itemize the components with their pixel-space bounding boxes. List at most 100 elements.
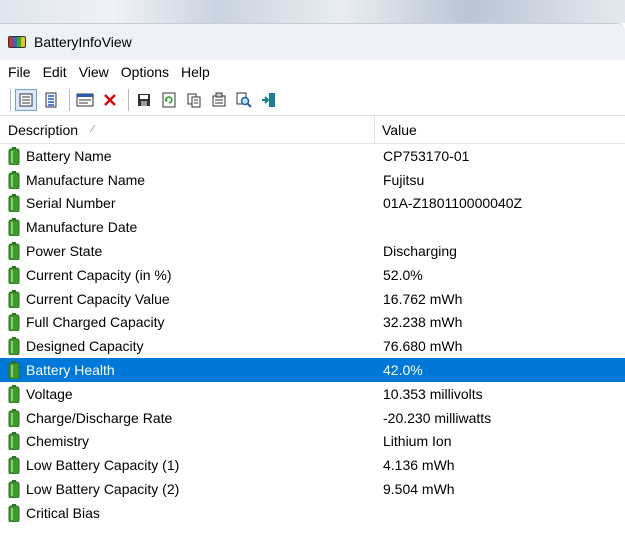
table-row[interactable]: Manufacture Date bbox=[0, 215, 625, 239]
battery-icon bbox=[8, 218, 20, 237]
refresh-icon bbox=[162, 92, 176, 108]
table-row[interactable]: Voltage 10.353 millivolts bbox=[0, 382, 625, 406]
desktop-wallpaper bbox=[0, 0, 625, 23]
table-row[interactable]: Low Battery Capacity (1) 4.136 mWh bbox=[0, 453, 625, 477]
menu-options[interactable]: Options bbox=[115, 60, 175, 85]
row-description-cell: Low Battery Capacity (1) bbox=[0, 456, 375, 475]
list-header: Description ⁄ Value bbox=[0, 116, 625, 144]
row-description: Manufacture Name bbox=[26, 171, 146, 188]
row-description: Full Charged Capacity bbox=[26, 314, 165, 331]
toolbar-separator bbox=[69, 89, 70, 111]
table-row[interactable]: Critical Bias bbox=[0, 501, 625, 525]
row-description: Current Capacity Value bbox=[26, 290, 170, 307]
battery-icon bbox=[8, 456, 20, 475]
row-description-cell: Battery Name bbox=[0, 146, 375, 165]
toolbar-separator bbox=[10, 89, 11, 111]
find-button[interactable] bbox=[233, 89, 255, 111]
row-description: Manufacture Date bbox=[26, 219, 138, 236]
row-description: Current Capacity (in %) bbox=[26, 266, 172, 283]
properties-icon bbox=[212, 92, 226, 107]
title-bar[interactable]: BatteryInfoView bbox=[0, 24, 625, 60]
row-description: Battery Name bbox=[26, 147, 112, 164]
row-value: 4.136 mWh bbox=[383, 457, 455, 474]
row-description-cell: Charge/Discharge Rate bbox=[0, 408, 375, 427]
table-row[interactable]: Low Battery Capacity (2) 9.504 mWh bbox=[0, 477, 625, 501]
column-header-description[interactable]: Description ⁄ bbox=[0, 116, 375, 143]
row-description-cell: Low Battery Capacity (2) bbox=[0, 480, 375, 499]
menu-edit[interactable]: Edit bbox=[37, 60, 73, 85]
battery-icon bbox=[8, 194, 20, 213]
row-value: Lithium Ion bbox=[383, 433, 452, 450]
table-row[interactable]: Full Charged Capacity 32.238 mWh bbox=[0, 311, 625, 335]
properties-button[interactable] bbox=[208, 89, 230, 111]
toolbar-separator bbox=[128, 89, 129, 111]
menu-view[interactable]: View bbox=[73, 60, 115, 85]
battery-icon bbox=[8, 313, 20, 332]
row-description-cell: Serial Number bbox=[0, 194, 375, 213]
properties-window-button[interactable] bbox=[74, 89, 96, 111]
battery-icon bbox=[8, 337, 20, 356]
menu-file[interactable]: File bbox=[2, 60, 37, 85]
table-row[interactable]: Charge/Discharge Rate -20.230 milliwatts bbox=[0, 406, 625, 430]
list-view-button[interactable] bbox=[40, 89, 62, 111]
properties-window-icon bbox=[76, 93, 94, 107]
battery-app-icon bbox=[8, 36, 26, 48]
battery-icon bbox=[8, 146, 20, 165]
row-value: 16.762 mWh bbox=[383, 290, 463, 307]
row-description: Chemistry bbox=[26, 433, 90, 450]
row-description: Power State bbox=[26, 243, 103, 260]
row-value: Discharging bbox=[383, 243, 457, 260]
row-value: 76.680 mWh bbox=[383, 338, 463, 355]
row-description: Voltage bbox=[26, 385, 73, 402]
row-description: Battery Health bbox=[26, 362, 115, 379]
report-view-icon bbox=[19, 93, 33, 107]
table-row[interactable]: Serial Number 01A-Z180110000040Z bbox=[0, 192, 625, 216]
report-view-button[interactable] bbox=[15, 89, 37, 111]
delete-icon bbox=[104, 94, 116, 106]
table-row[interactable]: Designed Capacity 76.680 mWh bbox=[0, 334, 625, 358]
table-row[interactable]: Battery Health 42.0% bbox=[0, 358, 625, 382]
table-row[interactable]: Current Capacity (in %) 52.0% bbox=[0, 263, 625, 287]
column-header-value[interactable]: Value bbox=[375, 116, 625, 143]
battery-icon bbox=[8, 432, 20, 451]
row-value: -20.230 milliwatts bbox=[383, 409, 492, 426]
table-row[interactable]: Power State Discharging bbox=[0, 239, 625, 263]
exit-button[interactable] bbox=[258, 89, 280, 111]
column-header-value-label: Value bbox=[382, 121, 417, 138]
save-icon bbox=[138, 94, 150, 106]
row-value: CP753170-01 bbox=[383, 147, 470, 164]
table-row[interactable]: Current Capacity Value 16.762 mWh bbox=[0, 287, 625, 311]
row-value: 9.504 mWh bbox=[383, 481, 455, 498]
table-row[interactable]: Chemistry Lithium Ion bbox=[0, 430, 625, 454]
row-description: Low Battery Capacity (2) bbox=[26, 481, 180, 498]
column-header-description-label: Description bbox=[8, 121, 79, 138]
app-window: BatteryInfoView File Edit View Options H… bbox=[0, 23, 625, 533]
copy-button[interactable] bbox=[183, 89, 205, 111]
save-button[interactable] bbox=[133, 89, 155, 111]
list-view-icon bbox=[45, 92, 57, 108]
refresh-button[interactable] bbox=[158, 89, 180, 111]
battery-icon bbox=[8, 503, 20, 522]
table-row[interactable]: Manufacture Name Fujitsu bbox=[0, 168, 625, 192]
row-description: Charge/Discharge Rate bbox=[26, 409, 173, 426]
row-description-cell: Power State bbox=[0, 242, 375, 261]
row-description: Serial Number bbox=[26, 195, 116, 212]
window-title: BatteryInfoView bbox=[34, 34, 132, 50]
battery-info-list[interactable]: Battery Name CP753170-01 Manufacture Name F… bbox=[0, 144, 625, 525]
row-value: Fujitsu bbox=[383, 171, 425, 188]
menu-bar: File Edit View Options Help bbox=[0, 60, 625, 85]
row-value: 32.238 mWh bbox=[383, 314, 463, 331]
menu-help[interactable]: Help bbox=[175, 60, 216, 85]
row-description-cell: Manufacture Name bbox=[0, 170, 375, 189]
row-description-cell: Current Capacity Value bbox=[0, 289, 375, 308]
table-row[interactable]: Battery Name CP753170-01 bbox=[0, 144, 625, 168]
battery-icon bbox=[8, 289, 20, 308]
delete-button[interactable] bbox=[99, 89, 121, 111]
toolbar bbox=[0, 85, 625, 116]
battery-icon bbox=[8, 265, 20, 284]
row-value: 10.353 millivolts bbox=[383, 385, 483, 402]
row-value: 52.0% bbox=[383, 266, 423, 283]
row-description-cell: Manufacture Date bbox=[0, 218, 375, 237]
battery-icon bbox=[8, 242, 20, 261]
battery-icon bbox=[8, 408, 20, 427]
